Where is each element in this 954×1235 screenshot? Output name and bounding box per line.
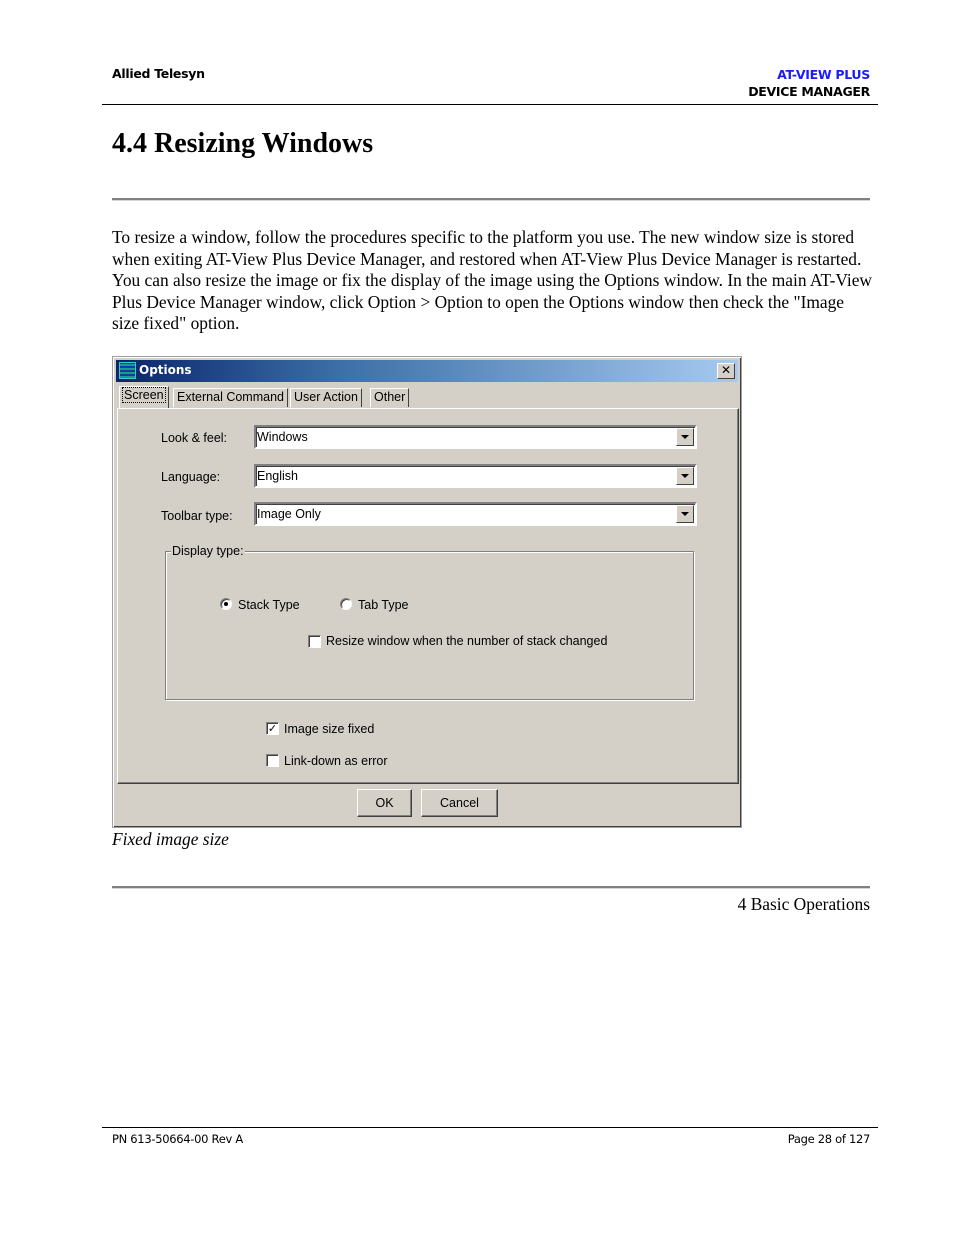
company-name: Allied Telesyn	[112, 66, 205, 81]
resize-window-checkbox[interactable]	[308, 635, 321, 648]
tab-external-command-label: External Command	[177, 390, 284, 404]
section-title: 4.4 Resizing Windows	[112, 128, 374, 159]
look-feel-label: Look & feel:	[161, 431, 228, 445]
chapter-name: 4 Basic Operations	[737, 894, 870, 914]
tab-screen-label: Screen	[122, 387, 166, 403]
language-value: English	[257, 469, 298, 483]
tab-type-radio[interactable]	[340, 598, 352, 610]
product-line-1: AT-VIEW PLUS	[777, 67, 870, 82]
part-number: PN 613-50664-00 Rev A	[112, 1132, 243, 1146]
tab-other-label: Other	[374, 390, 406, 404]
checkmark-icon: ✓	[267, 722, 278, 735]
stack-type-radio[interactable]	[220, 598, 232, 610]
tab-other[interactable]: Other	[370, 388, 410, 407]
options-dialog: Options ✕ Screen External Command User A…	[112, 356, 742, 828]
tab-external-command[interactable]: External Command	[173, 388, 288, 407]
chevron-down-icon[interactable]	[676, 428, 694, 446]
stack-type-label[interactable]: Stack Type	[238, 598, 300, 612]
grid-app-icon	[119, 362, 136, 379]
cancel-button[interactable]: Cancel	[421, 789, 498, 817]
close-button[interactable]: ✕	[717, 363, 735, 379]
image-size-fixed-checkbox[interactable]: ✓	[266, 722, 279, 735]
ok-button[interactable]: OK	[357, 789, 412, 817]
close-icon: ✕	[720, 363, 732, 377]
resize-window-label[interactable]: Resize window when the number of stack c…	[326, 634, 607, 648]
page-number: Page 28 of 127	[787, 1132, 871, 1146]
language-select[interactable]: English	[254, 464, 697, 488]
look-feel-select[interactable]: Windows	[254, 425, 697, 449]
tab-screen[interactable]: Screen	[119, 386, 169, 408]
tab-user-action[interactable]: User Action	[290, 388, 362, 407]
figure-caption: Fixed image size	[112, 829, 229, 849]
link-down-label[interactable]: Link-down as error	[284, 754, 388, 768]
body-paragraph: To resize a window, follow the procedure…	[112, 227, 872, 334]
screen-tab-panel: Look & feel: Windows Language: English T…	[117, 408, 739, 784]
section-divider	[112, 886, 870, 889]
product-name: AT-VIEW PLUS DEVICE MANAGER	[748, 66, 870, 100]
chevron-down-icon[interactable]	[676, 505, 694, 523]
title-divider	[112, 198, 870, 201]
tab-user-action-label: User Action	[294, 390, 358, 404]
display-type-legend: Display type:	[171, 544, 245, 558]
look-feel-value: Windows	[257, 430, 308, 444]
link-down-checkbox[interactable]	[266, 754, 279, 767]
dialog-titlebar[interactable]: Options ✕	[116, 360, 738, 382]
language-label: Language:	[161, 470, 221, 484]
footer-divider	[102, 1127, 878, 1128]
toolbar-type-value: Image Only	[257, 507, 321, 521]
display-type-group: Display type: Stack Type Tab Type Resize…	[165, 544, 694, 700]
product-line-2: DEVICE MANAGER	[748, 84, 870, 99]
toolbar-type-label: Toolbar type:	[161, 509, 233, 523]
tab-type-label[interactable]: Tab Type	[358, 598, 409, 612]
chevron-down-icon[interactable]	[676, 467, 694, 485]
header-divider	[102, 104, 878, 105]
toolbar-type-select[interactable]: Image Only	[254, 502, 697, 526]
dialog-title: Options	[139, 363, 192, 377]
image-size-fixed-label[interactable]: Image size fixed	[284, 722, 374, 736]
